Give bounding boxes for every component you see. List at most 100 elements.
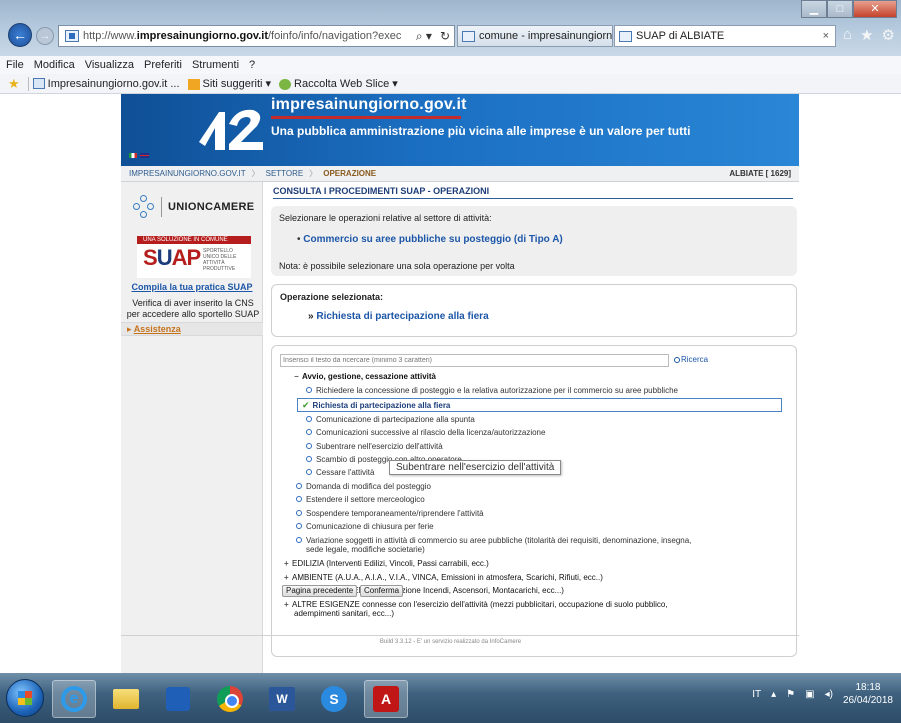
gear-icon[interactable]: ⚙ [882,26,895,44]
chevron-up-icon[interactable]: ▴ [771,689,776,700]
tooltip: Subentrare nell'esercizio dell'attività [389,460,562,475]
tree-group-ambiente[interactable]: + AMBIENTE (A.U.A., A.I.A., V.I.A., VINCA… [284,573,603,582]
tree-item[interactable]: Comunicazioni successive al rilascio del… [306,428,545,437]
language-indicator[interactable]: IT [752,689,761,700]
main-content: CONSULTA I PROCEDIMENTI SUAP - OPERAZION… [263,182,799,673]
tree-item[interactable]: Variazione soggetti in attività di comme… [296,536,691,545]
site-banner: impresainungiorno.gov.it Una pubblica am… [121,94,799,166]
radio-icon [296,509,302,516]
menu-strumenti[interactable]: Strumenti [192,59,239,71]
search-input[interactable] [280,354,669,367]
system-tray: IT ▴ ⚑ ▣ ◂) 18:18 26/04/2018 [752,681,893,707]
breadcrumb-home[interactable]: IMPRESAINUNGIORNO.GOV.IT [129,169,246,178]
taskbar-ie[interactable]: e [52,680,96,718]
divider [161,197,162,217]
search-button-label: Ricerca [681,355,709,364]
selected-label: Operazione selezionata: [280,292,384,302]
back-arrow-icon[interactable]: ← [8,23,32,47]
close-icon[interactable]: ✕ [853,0,897,18]
tree-item-selected[interactable]: ✔ Richiesta di partecipazione alla fiera [297,398,782,412]
tree-item[interactable]: Cessare l'attività [306,468,374,477]
tree-item[interactable]: Richiedere la concessione di posteggio e… [306,386,678,395]
taskbar: e W S A IT ▴ ⚑ ▣ ◂) 18:18 26/04/2018 [0,673,901,723]
start-button-icon[interactable] [6,679,44,717]
volume-icon[interactable]: ◂) [825,689,833,700]
refresh-icon[interactable]: ↻ [436,29,454,43]
tree-item[interactable]: Sospendere temporaneamente/riprendere l'… [296,509,484,518]
minimize-icon[interactable]: ▁ [801,0,827,18]
tab-label: SUAP di ALBIATE [636,30,725,42]
radio-icon [306,442,312,449]
divider [121,635,799,636]
tree-group-avvio[interactable]: − Avvio, gestione, cessazione attività [294,372,436,381]
home-icon[interactable]: ⌂ [843,26,852,44]
compila-pratica-link[interactable]: Compila la tua pratica SUAP [121,282,263,292]
unioncamere-mark-icon [133,195,155,219]
web-slice-icon [279,78,292,90]
page-title: CONSULTA I PROCEDIMENTI SUAP - OPERAZION… [273,186,490,196]
confirm-button[interactable]: Conferma [360,585,404,597]
fav-impresainungiorno[interactable]: Impresainungiorno.gov.it ... [32,78,180,90]
clock-date: 26/04/2018 [842,695,893,706]
activity-panel: Selezionare le operazioni relative al se… [271,206,797,276]
flag-icon[interactable]: ⚑ [786,689,795,700]
fav-web-slice[interactable]: Raccolta Web Slice ▾ [279,77,398,90]
radio-icon [306,415,312,422]
favorites-star-icon[interactable]: ★ [860,26,873,44]
taskbar-acrobat[interactable]: A [364,680,408,718]
breadcrumb-settore[interactable]: SETTORE [266,169,304,178]
taskbar-chrome[interactable] [208,680,252,718]
activity-link[interactable]: Commercio su aree pubbliche su posteggio… [297,234,562,245]
tree-item[interactable]: Subentrare nell'esercizio dell'attività [306,442,443,451]
tree-item[interactable]: Comunicazione di partecipazione alla spu… [306,415,475,424]
menu-preferiti[interactable]: Preferiti [144,59,182,71]
address-url[interactable]: http://www.impresainungiorno.gov.it/foin… [83,30,412,42]
unioncamere-logo: UNIONCAMERE [133,192,255,222]
tree-item[interactable]: Comunicazione di chiusura per ferie [296,522,434,531]
maximize-icon[interactable]: □ [827,0,853,18]
cns-note: Verifica di aver inserito la CNS per acc… [126,298,260,319]
taskbar-word[interactable]: W [260,680,304,718]
flag-uk-icon[interactable] [140,153,149,158]
search-icon[interactable]: ⌕ ▾ [412,29,436,44]
logo-12-icon [199,109,263,150]
fav-siti-suggeriti[interactable]: Siti suggeriti ▾ [187,77,271,90]
media-player-icon [166,687,190,711]
site-favicon-icon [65,30,79,42]
assistenza-link[interactable]: ▸ Assistenza [121,322,263,336]
forward-arrow-icon[interactable]: → [36,27,54,45]
taskbar-skype[interactable]: S [312,680,356,718]
taskbar-explorer[interactable] [104,680,148,718]
taskbar-media[interactable] [156,680,200,718]
menu-help[interactable]: ? [249,59,255,71]
unioncamere-text: UNIONCAMERE [168,201,255,213]
menu-file[interactable]: File [6,59,24,71]
search-button[interactable]: Ricerca [674,355,708,364]
plus-icon: + [284,573,289,582]
menu-modifica[interactable]: Modifica [34,59,75,71]
tree-group-altre-esigenze[interactable]: + ALTRE ESIGENZE connesse con l'esercizio… [284,600,668,609]
menu-visualizza[interactable]: Visualizza [85,59,134,71]
tab-suap-albiate[interactable]: SUAP di ALBIATE × [614,25,836,47]
tree-item[interactable]: Domanda di modifica del posteggio [296,482,431,491]
site-title[interactable]: impresainungiorno.gov.it [271,96,467,114]
tab-close-icon[interactable]: × [823,30,829,42]
tab-comune[interactable]: comune - impresainungiorno.g... [457,25,613,47]
clock-time: 18:18 [855,682,881,693]
plus-icon: + [284,559,289,568]
address-bar[interactable]: http://www.impresainungiorno.gov.it/foin… [58,25,455,47]
network-icon[interactable]: ▣ [805,689,814,700]
tree-item[interactable]: Estendere il settore merceologico [296,495,425,504]
favorites-add-star-icon[interactable]: ★ [8,76,20,92]
radio-icon [306,455,312,462]
suap-strip: UNA SOLUZIONE IN COMUNE [137,236,251,244]
selected-operation-link[interactable]: Richiesta di partecipazione alla fiera [308,311,488,322]
clock[interactable]: 18:18 26/04/2018 [843,681,893,707]
flag-italy-icon[interactable] [129,153,137,158]
previous-page-button[interactable]: Pagina precedente [282,585,358,597]
tree-item-continuation: adempimenti sanitari, ecc...) [294,609,395,618]
suap-logo[interactable]: UNA SOLUZIONE IN COMUNE SUAP SPORTELLO U… [137,236,251,278]
tree-group-edilizia[interactable]: + EDILIZIA (Interventi Edilizi, Vincoli, … [284,559,489,568]
acrobat-icon: A [373,686,399,712]
suap-word: SUAP [143,245,201,270]
